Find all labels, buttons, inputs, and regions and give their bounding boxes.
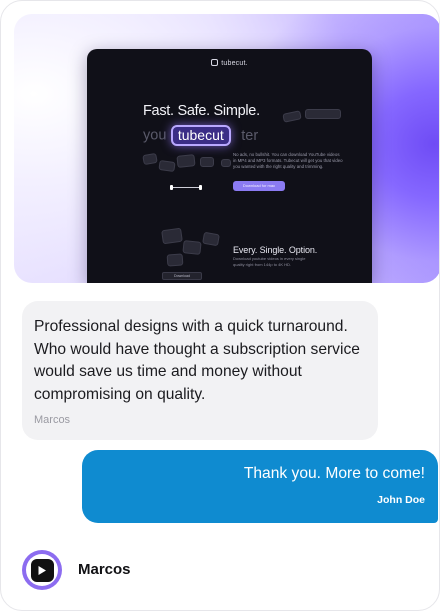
testimonial-card: tubecut. Fast. Safe. Simple. you tubecut… [0,0,440,611]
floating-chip [176,154,196,168]
floating-chip [202,231,220,247]
incoming-message-bubble: Professional designs with a quick turnar… [22,301,378,440]
app-screenshot: tubecut. Fast. Safe. Simple. you tubecut… [87,49,372,283]
floating-chip [161,227,183,245]
avatar[interactable] [22,550,62,590]
floating-chip [282,110,302,123]
incoming-message-text: Professional designs with a quick turnar… [34,318,360,403]
author-name[interactable]: Marcos [78,561,131,578]
download-mac-button: Download for mac [233,181,285,191]
floating-chip [200,157,214,167]
app-section-title: Every. Single. Option. [233,245,318,255]
floating-chip [305,109,341,119]
outgoing-message-bubble: Thank you. More to come! John Doe [82,450,438,523]
floating-chip [221,159,231,167]
play-icon [30,558,54,582]
app-logo: tubecut. [87,59,372,67]
headline-suffix: ter [241,127,259,144]
incoming-message-author: Marcos [34,414,71,426]
hero-banner: tubecut. Fast. Safe. Simple. you tubecut… [14,14,439,283]
floating-chip [166,253,184,267]
headline-prefix: you [143,127,167,144]
app-section-subtitle: Download youtube videos in every single … [233,256,306,267]
outgoing-message-text: Thank you. More to come! [243,465,425,482]
floating-chip [158,159,176,173]
floating-chip [182,240,202,255]
floating-chip [142,152,158,166]
app-headline: Fast. Safe. Simple. [143,103,260,119]
app-headline-line2: you tubecut ter [143,125,259,146]
trim-slider [170,185,202,190]
author-footer: Marcos [22,550,322,590]
app-description: No ads, no bullshit. You can download Yo… [233,152,343,170]
outgoing-message-author: John Doe [377,494,425,506]
app-download-button: Download [162,272,202,280]
avatar-inner [26,554,58,586]
headline-pill: tubecut [170,125,231,146]
tubecut-logo-icon [211,59,219,66]
app-brand: tubecut. [221,60,248,67]
